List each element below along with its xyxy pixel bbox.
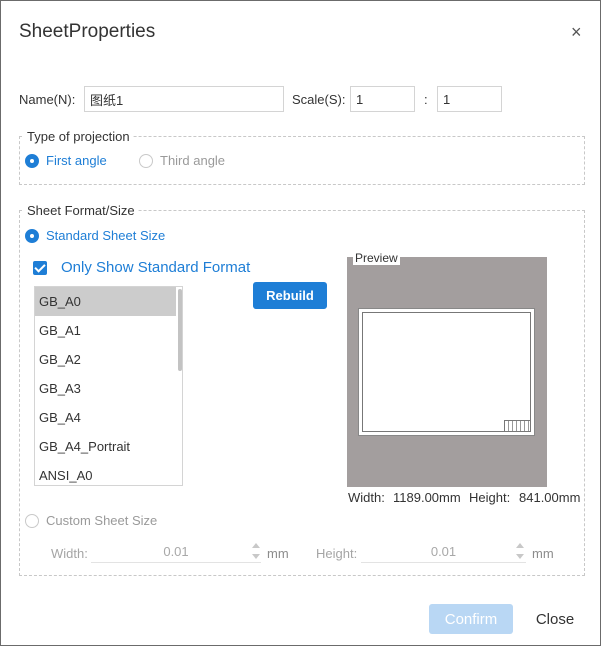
list-item[interactable]: GB_A1 xyxy=(35,316,176,345)
sheet-format-legend: Sheet Format/Size xyxy=(24,203,138,218)
list-scrollbar[interactable] xyxy=(178,289,182,371)
projection-legend: Type of projection xyxy=(24,129,133,144)
sheet-format-list[interactable]: GB_A0 GB_A1 GB_A2 GB_A3 GB_A4 GB_A4_Port… xyxy=(34,286,183,486)
spin-down-icon xyxy=(516,554,524,559)
custom-height-label: Height: xyxy=(316,546,358,561)
title-block xyxy=(504,420,530,431)
sheet-border xyxy=(362,312,531,432)
preview-legend: Preview xyxy=(353,251,400,265)
spin-up-icon xyxy=(516,543,524,548)
custom-height-stepper[interactable] xyxy=(516,542,524,560)
preview-width-value: 1189.00mm xyxy=(393,490,461,505)
scale-label: Scale(S): xyxy=(292,92,346,107)
list-item[interactable]: GB_A4 xyxy=(35,403,176,432)
list-item[interactable]: GB_A2 xyxy=(35,345,176,374)
third-angle-radio[interactable]: Third angle xyxy=(139,153,225,168)
standard-sheet-size-radio[interactable]: Standard Sheet Size xyxy=(25,228,165,243)
first-angle-label: First angle xyxy=(46,153,107,168)
custom-sheet-size-label: Custom Sheet Size xyxy=(46,513,158,528)
preview-height-label: Height: xyxy=(469,490,511,505)
first-angle-radio[interactable]: First angle xyxy=(25,153,107,168)
close-button[interactable]: Close xyxy=(529,604,581,634)
radio-unchecked-icon xyxy=(139,153,153,168)
rebuild-button[interactable]: Rebuild xyxy=(253,282,327,309)
radio-checked-icon xyxy=(25,228,39,243)
spin-down-icon xyxy=(252,554,260,559)
only-standard-format-label: Only Show Standard Format xyxy=(61,259,251,276)
dialog-title: SheetProperties xyxy=(19,21,156,42)
only-standard-format-checkbox[interactable]: Only Show Standard Format xyxy=(33,259,250,276)
custom-width-unit: mm xyxy=(267,546,289,561)
custom-width-label: Width: xyxy=(51,546,88,561)
spin-up-icon xyxy=(252,543,260,548)
sheet-preview-drawing xyxy=(358,308,535,436)
custom-width-stepper[interactable] xyxy=(252,542,260,560)
radio-checked-icon xyxy=(25,153,39,168)
custom-width-input[interactable] xyxy=(91,541,261,563)
scale-denominator-input[interactable] xyxy=(437,86,502,112)
list-item[interactable]: GB_A0 xyxy=(35,287,176,316)
name-input[interactable] xyxy=(84,86,284,112)
list-item[interactable]: GB_A3 xyxy=(35,374,176,403)
custom-height-input[interactable] xyxy=(361,541,526,563)
scale-numerator-input[interactable] xyxy=(350,86,415,112)
name-label: Name(N): xyxy=(19,92,76,107)
checkbox-checked-icon xyxy=(33,260,47,275)
list-item[interactable]: ANSI_A0 xyxy=(35,461,176,485)
list-item[interactable]: GB_A4_Portrait xyxy=(35,432,176,461)
third-angle-label: Third angle xyxy=(160,153,226,168)
custom-height-unit: mm xyxy=(532,546,554,561)
confirm-button[interactable]: Confirm xyxy=(429,604,513,634)
sheet-properties-dialog: SheetProperties × Name(N): Scale(S): : T… xyxy=(0,0,601,646)
radio-unchecked-icon xyxy=(25,513,39,528)
close-icon[interactable]: × xyxy=(571,23,582,41)
preview-height-value: 841.00mm xyxy=(519,490,581,505)
preview-width-label: Width: xyxy=(348,490,385,505)
standard-sheet-size-label: Standard Sheet Size xyxy=(46,228,166,243)
custom-sheet-size-radio[interactable]: Custom Sheet Size xyxy=(25,513,157,528)
scale-separator: : xyxy=(424,92,428,107)
